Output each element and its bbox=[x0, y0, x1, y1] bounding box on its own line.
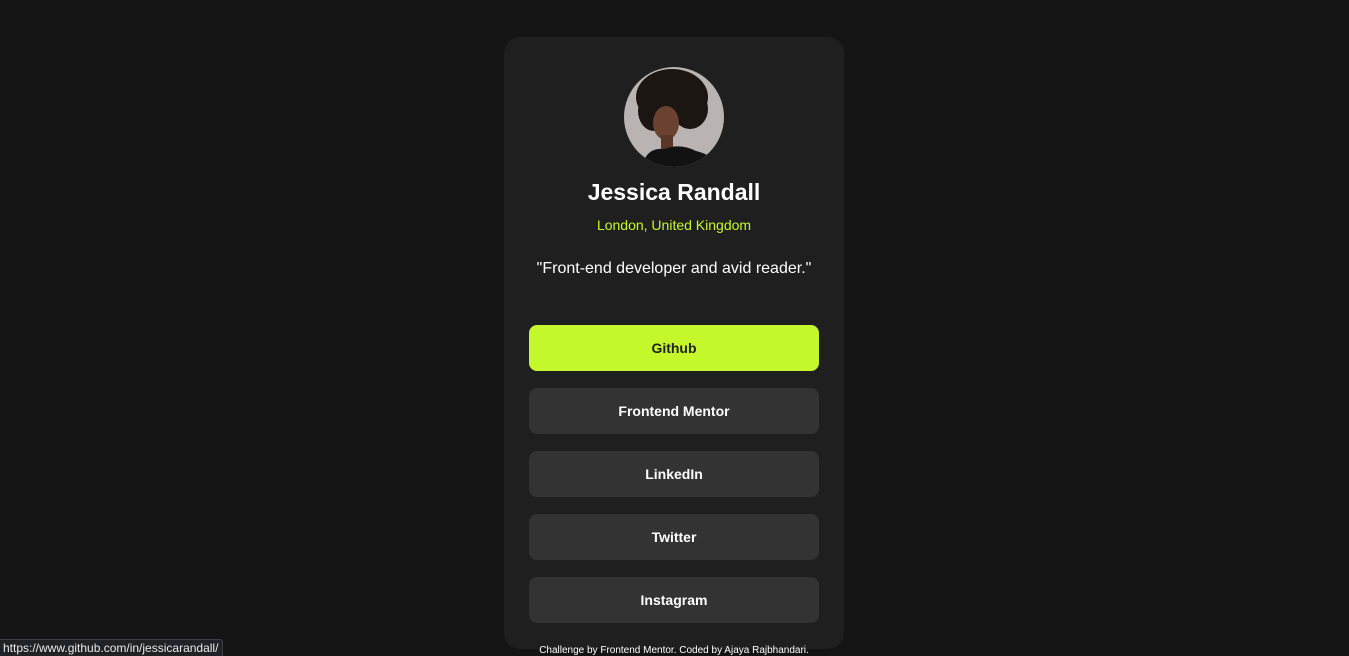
attribution-footer: Challenge by Frontend Mentor. Coded by A… bbox=[539, 645, 809, 656]
social-links: Github Frontend Mentor LinkedIn Twitter … bbox=[529, 325, 819, 640]
twitter-link-button[interactable]: Twitter bbox=[529, 514, 819, 560]
instagram-link-button[interactable]: Instagram bbox=[529, 577, 819, 623]
link-preview-status-bar: https://www.github.com/in/jessicarandall… bbox=[0, 639, 224, 656]
profile-location: London, United Kingdom bbox=[596, 217, 752, 233]
profile-card: Jessica Randall London, United Kingdom "… bbox=[504, 37, 844, 649]
linkedin-link-button[interactable]: LinkedIn bbox=[529, 451, 819, 497]
avatar bbox=[624, 67, 724, 167]
frontend-mentor-link-button[interactable]: Frontend Mentor bbox=[529, 388, 819, 434]
profile-bio: "Front-end developer and avid reader." bbox=[536, 260, 812, 277]
github-link-button[interactable]: Github bbox=[529, 325, 819, 371]
profile-name: Jessica Randall bbox=[587, 179, 761, 205]
avatar-photo bbox=[624, 67, 724, 167]
